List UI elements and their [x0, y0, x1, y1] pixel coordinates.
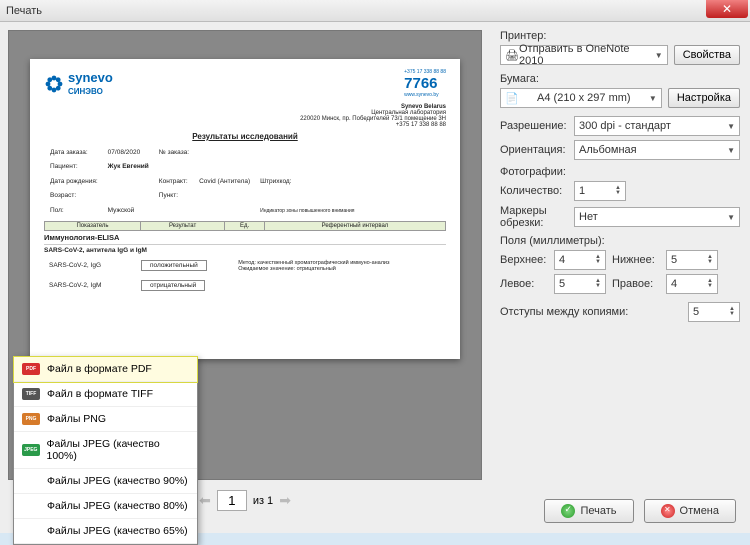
page-prev-icon[interactable]: ⬅	[199, 492, 211, 509]
gap-stepper[interactable]: 5▲▼	[688, 302, 740, 322]
orientation-label: Ориентация:	[500, 144, 568, 156]
margin-bottom-stepper[interactable]: 5▲▼	[666, 250, 718, 270]
report-title: Результаты исследований	[44, 132, 446, 141]
paper-label: Бумага:	[500, 73, 740, 85]
gap-label: Отступы между копиями:	[500, 306, 682, 318]
export-jpeg-100[interactable]: JPEGФайлы JPEG (качество 100%)	[14, 432, 197, 469]
export-png[interactable]: PNGФайлы PNG	[14, 407, 197, 432]
titlebar: Печать ✕	[0, 0, 750, 22]
export-menu: PDFФайл в формате PDF TIFFФайл в формате…	[13, 356, 198, 545]
cancel-button[interactable]: Отмена	[644, 499, 736, 523]
page-of-label: из 1	[253, 495, 273, 507]
crop-label: Маркеры обрезки:	[500, 205, 568, 229]
ok-icon	[561, 504, 575, 518]
page-next-icon[interactable]: ➡	[279, 492, 291, 509]
close-button[interactable]: ✕	[706, 0, 748, 18]
resolution-label: Разрешение:	[500, 120, 568, 132]
export-jpeg-90[interactable]: Файлы JPEG (качество 90%)	[14, 469, 197, 494]
margins-label: Поля (миллиметры):	[500, 235, 740, 247]
paper-settings-button[interactable]: Настройка	[668, 88, 740, 108]
export-pdf[interactable]: PDFФайл в формате PDF	[14, 357, 197, 382]
lab-address: Synevo Belarus Центральная лаборатория 2…	[44, 104, 446, 128]
printer-label: Принтер:	[500, 30, 740, 42]
printer-select[interactable]: 🖨 Отправить в OneNote 2010▼	[500, 45, 668, 65]
pdf-icon: PDF	[22, 363, 40, 375]
document-page: synevoСИНЭВО +375 17 338 88 887766www.sy…	[30, 59, 460, 359]
count-stepper[interactable]: 1▲▼	[574, 181, 626, 201]
page-input[interactable]	[217, 490, 247, 511]
margin-left-stepper[interactable]: 5▲▼	[554, 274, 606, 294]
window-title: Печать	[6, 5, 42, 17]
results-table: ПоказательРезультатЕд.Референтный интерв…	[44, 221, 446, 231]
png-icon: PNG	[22, 413, 40, 425]
print-button[interactable]: Печать	[544, 499, 633, 523]
jpeg-icon: JPEG	[22, 444, 40, 456]
resolution-select[interactable]: 300 dpi - стандарт▼	[574, 116, 740, 136]
paper-select[interactable]: 📄 A4 (210 x 297 mm)▼	[500, 88, 662, 108]
orientation-select[interactable]: Альбомная▼	[574, 140, 740, 160]
export-tiff[interactable]: TIFFФайл в формате TIFF	[14, 382, 197, 407]
count-label: Количество:	[500, 185, 568, 197]
export-jpeg-80[interactable]: Файлы JPEG (качество 80%)	[14, 494, 197, 519]
tiff-icon: TIFF	[22, 388, 40, 400]
crop-select[interactable]: Нет▼	[574, 207, 740, 227]
margin-top-stepper[interactable]: 4▲▼	[554, 250, 606, 270]
logo-icon	[44, 74, 64, 94]
photos-label: Фотографии:	[500, 166, 740, 178]
patient-details: Дата заказа:07/08/2020№ заказа: Пациент:…	[44, 145, 361, 219]
cancel-icon	[661, 504, 675, 518]
export-jpeg-65[interactable]: Файлы JPEG (качество 65%)	[14, 519, 197, 544]
settings-pane: Принтер: 🖨 Отправить в OneNote 2010▼ Сво…	[490, 22, 750, 533]
margin-right-stepper[interactable]: 4▲▼	[666, 274, 718, 294]
printer-properties-button[interactable]: Свойства	[674, 45, 740, 65]
